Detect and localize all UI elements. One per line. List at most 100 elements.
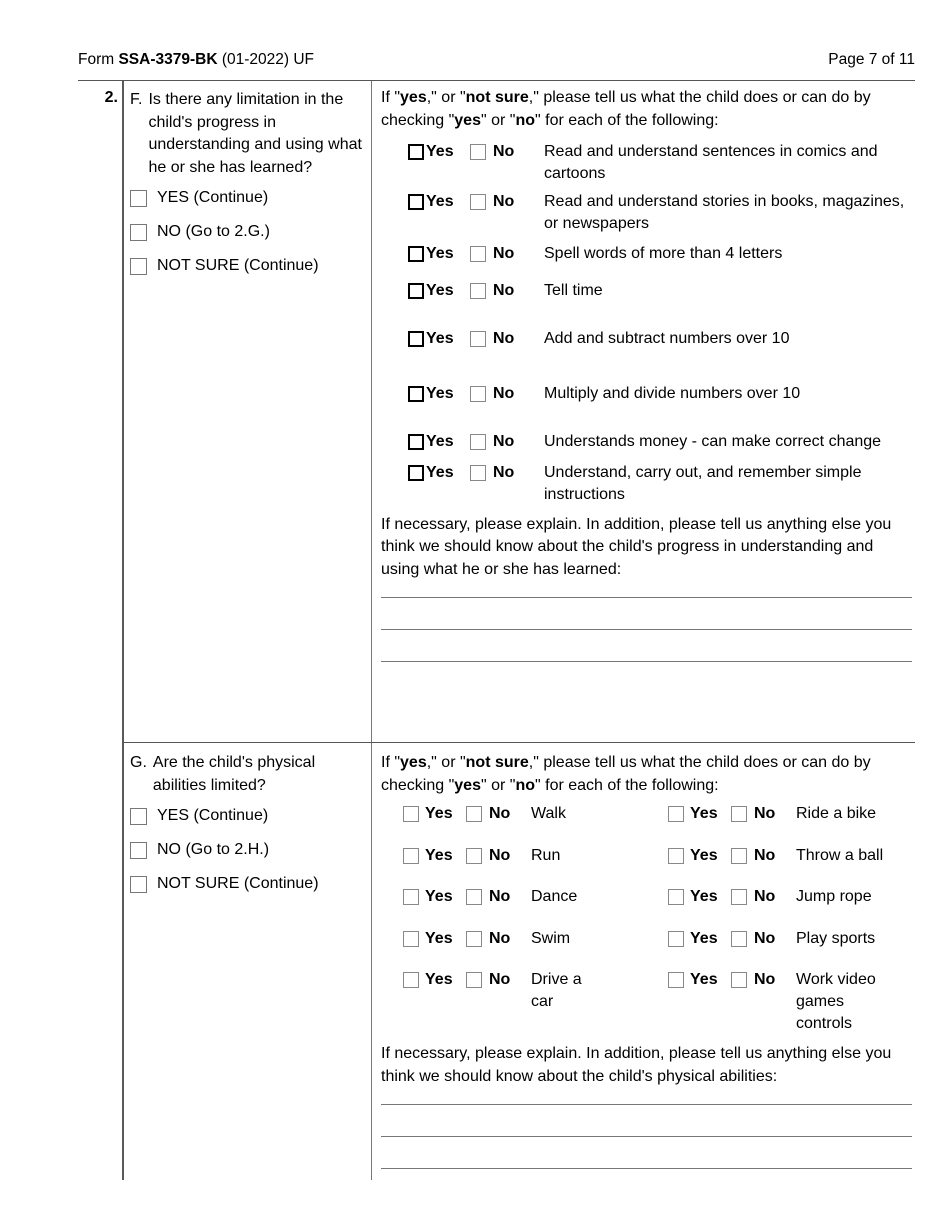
- checkbox-no[interactable]: [731, 889, 747, 905]
- option-f-yes[interactable]: YES (Continue): [130, 187, 366, 209]
- write-in-line[interactable]: [381, 629, 912, 630]
- label-yes: Yes: [425, 888, 453, 905]
- option-label-g-not-sure: NOT SURE (Continue): [157, 875, 319, 892]
- checkbox-g-no[interactable]: [130, 842, 147, 859]
- option-f-not-sure[interactable]: NOT SURE (Continue): [130, 255, 366, 277]
- checkbox-no[interactable]: [731, 930, 747, 947]
- option-g-no[interactable]: NO (Go to 2.H.): [130, 839, 366, 861]
- checkbox-no[interactable]: [466, 930, 482, 947]
- option-f-no[interactable]: NO (Go to 2.G.): [130, 221, 366, 243]
- checkbox-no[interactable]: [470, 282, 486, 299]
- checkbox-yes[interactable]: [403, 972, 419, 988]
- instruction-f: If "yes," or "not sure," please tell us …: [381, 87, 915, 132]
- option-list-g: YES (Continue) NO (Go to 2.H.) NOT SURE …: [130, 805, 366, 895]
- checkbox-g-not-sure[interactable]: [130, 876, 147, 893]
- checkbox-yes[interactable]: [403, 889, 419, 905]
- checkbox-no[interactable]: [470, 464, 486, 481]
- checkbox-grid-row: Yes No Walk Yes No Ride a bike: [381, 803, 915, 826]
- table-divider-item-column: [122, 81, 124, 1180]
- checkbox-yes[interactable]: [668, 847, 684, 864]
- option-label-f-no: NO (Go to 2.G.): [157, 223, 270, 240]
- option-g-not-sure[interactable]: NOT SURE (Continue): [130, 873, 366, 895]
- checkbox-row-text: Run: [531, 846, 561, 864]
- checkbox-yes[interactable]: [408, 144, 424, 160]
- checkbox-grid-row: Yes No Run Yes No Throw a ball: [381, 845, 915, 868]
- label-yes: Yes: [426, 384, 454, 402]
- checkbox-yes[interactable]: [668, 806, 684, 822]
- checkbox-yes[interactable]: [403, 847, 419, 864]
- write-in-line[interactable]: [381, 597, 912, 598]
- checkbox-row-text: Understand, carry out, and remember simp…: [544, 463, 862, 503]
- checkbox-yes[interactable]: [408, 194, 424, 210]
- checkbox-no[interactable]: [470, 144, 486, 160]
- checkbox-row-text: Ride a bike: [796, 805, 877, 822]
- checkbox-cell-right: Yes No Work video games controls: [668, 969, 915, 1035]
- form-prefix: Form: [78, 51, 119, 68]
- write-in-line[interactable]: [381, 1104, 912, 1105]
- checkbox-no[interactable]: [470, 246, 486, 262]
- checkbox-row-text: Dance: [531, 888, 578, 905]
- checkbox-yes[interactable]: [403, 806, 419, 822]
- checkbox-yes[interactable]: [668, 930, 684, 947]
- checkbox-row-text: Multiply and divide numbers over 10: [544, 384, 801, 402]
- option-label-g-yes: YES (Continue): [157, 807, 269, 824]
- checkbox-yes[interactable]: [668, 972, 684, 988]
- checkbox-yes[interactable]: [408, 282, 424, 299]
- checkbox-yes[interactable]: [408, 434, 424, 450]
- label-no: No: [754, 929, 776, 947]
- question-column-f: F. Is there any limitation in the child'…: [130, 89, 366, 289]
- checkbox-row-text: Jump rope: [796, 888, 872, 905]
- label-no: No: [493, 330, 515, 347]
- label-yes: Yes: [426, 143, 454, 160]
- checkbox-no[interactable]: [470, 385, 486, 402]
- checkbox-g-yes[interactable]: [130, 808, 147, 825]
- checkbox-no[interactable]: [466, 847, 482, 864]
- checkbox-f-yes[interactable]: [130, 190, 147, 207]
- write-in-line[interactable]: [381, 1168, 912, 1169]
- checkbox-no[interactable]: [466, 972, 482, 988]
- instruction-f-bold2: not sure: [465, 89, 529, 106]
- checkbox-grid-g: Yes No Walk Yes No Ride a bike Yes No Ru…: [381, 803, 915, 1035]
- write-in-line[interactable]: [381, 1136, 912, 1137]
- section-letter-g: G.: [130, 754, 147, 771]
- checkbox-cell-left: Yes No Swim: [403, 928, 668, 951]
- checkbox-f-not-sure[interactable]: [130, 258, 147, 275]
- checkbox-yes[interactable]: [408, 464, 424, 481]
- checkbox-no[interactable]: [466, 889, 482, 905]
- write-in-line[interactable]: [381, 661, 912, 662]
- item-number: 2.: [104, 89, 118, 106]
- instruction-f-bold1: yes: [400, 89, 427, 106]
- label-yes: Yes: [690, 888, 718, 905]
- label-no: No: [493, 143, 515, 160]
- option-label-f-yes: YES (Continue): [157, 189, 269, 206]
- answer-column-f: If "yes," or "not sure," please tell us …: [381, 80, 915, 662]
- checkbox-no[interactable]: [731, 972, 747, 988]
- label-no: No: [754, 846, 776, 864]
- checkbox-yes[interactable]: [403, 930, 419, 947]
- label-no: No: [489, 971, 511, 988]
- checkbox-no[interactable]: [466, 806, 482, 822]
- checkbox-row-text: Understands money - can make correct cha…: [544, 433, 882, 450]
- instruction-f-bold3: yes: [454, 111, 481, 129]
- instruction-g: If "yes," or "not sure," please tell us …: [381, 752, 915, 797]
- checkbox-yes[interactable]: [668, 889, 684, 905]
- checkbox-no[interactable]: [470, 194, 486, 210]
- checkbox-yes[interactable]: [408, 385, 424, 402]
- option-g-yes[interactable]: YES (Continue): [130, 805, 366, 827]
- section-letter-f: F.: [130, 91, 143, 108]
- instruction-f-part1: If ": [381, 89, 401, 106]
- row-separator-f-g: [122, 742, 915, 743]
- checkbox-row: Yes No Tell time: [381, 280, 915, 303]
- checkbox-no[interactable]: [470, 434, 486, 450]
- checkbox-no[interactable]: [731, 847, 747, 864]
- checkbox-no[interactable]: [470, 331, 486, 347]
- label-no: No: [754, 971, 776, 988]
- checkbox-no[interactable]: [731, 806, 747, 822]
- checkbox-f-no[interactable]: [130, 224, 147, 241]
- checkbox-cell-right: Yes No Ride a bike: [668, 803, 915, 826]
- checkbox-yes[interactable]: [408, 246, 424, 262]
- checkbox-yes[interactable]: [408, 331, 424, 347]
- instruction-f-part2: ," or ": [426, 89, 466, 106]
- instruction-f-bold4: no: [515, 111, 536, 129]
- label-yes: Yes: [426, 463, 454, 481]
